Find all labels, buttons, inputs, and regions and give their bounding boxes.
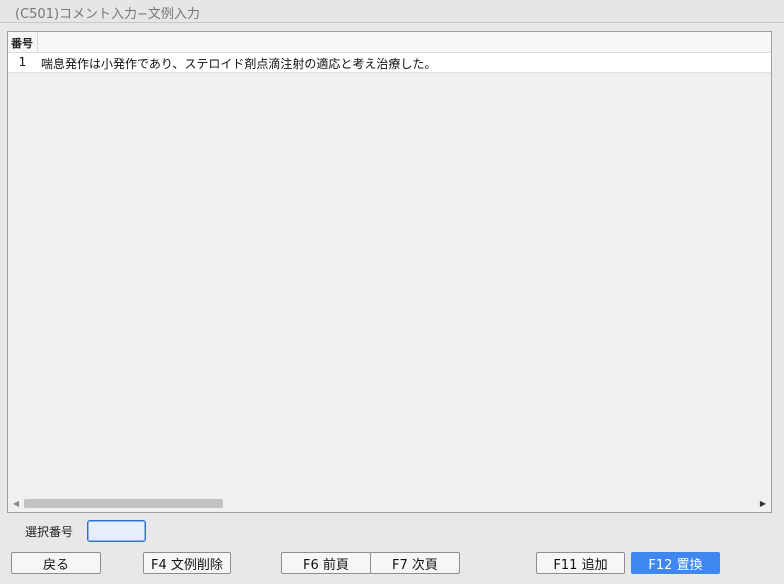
f11-add-button[interactable]: F11 追加 [536, 552, 625, 574]
scroll-right-icon[interactable]: ▶ [758, 498, 768, 509]
example-list-panel: 番号 1 喘息発作は小発作であり、ステロイド剤点滴注射の適応と考え治療した。 ◀… [7, 31, 772, 513]
selection-number-input[interactable] [87, 520, 146, 542]
f7-next-page-button[interactable]: F7 次頁 [370, 552, 460, 574]
horizontal-scrollbar[interactable]: ◀ ▶ [8, 496, 771, 511]
scrollbar-thumb[interactable] [24, 499, 223, 508]
grid-header: 番号 [8, 32, 771, 53]
row-text: 喘息発作は小発作であり、ステロイド剤点滴注射の適応と考え治療した。 [41, 57, 437, 71]
window-title: (C501)コメント入力−文例入力 [15, 7, 200, 22]
column-header-number: 番号 [11, 37, 33, 50]
f12-replace-button[interactable]: F12 置換 [631, 552, 720, 574]
table-row[interactable]: 1 喘息発作は小発作であり、ステロイド剤点滴注射の適応と考え治療した。 [8, 53, 771, 73]
back-button[interactable]: 戻る [11, 552, 101, 574]
f6-prev-page-button[interactable]: F6 前頁 [281, 552, 371, 574]
f4-delete-example-button[interactable]: F4 文例削除 [143, 552, 231, 574]
scroll-left-icon[interactable]: ◀ [11, 498, 21, 509]
selection-number-label: 選択番号 [25, 525, 74, 539]
row-number: 1 [18, 55, 27, 69]
title-bar: (C501)コメント入力−文例入力 [0, 0, 784, 23]
